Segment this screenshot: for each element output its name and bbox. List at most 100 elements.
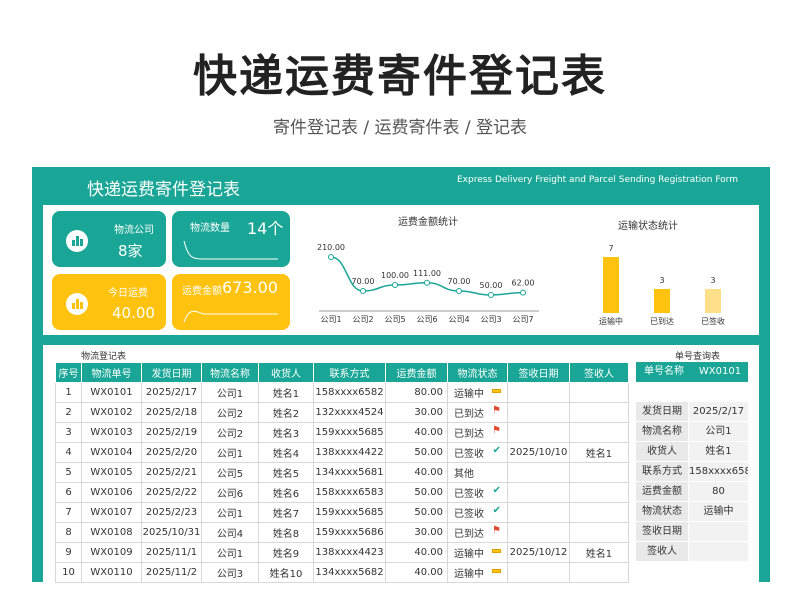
- cell-phone[interactable]: 159xxxx5686: [313, 522, 386, 543]
- cell-sign-date[interactable]: [507, 402, 570, 423]
- cell-fee[interactable]: 40.00: [385, 422, 448, 443]
- cell-id[interactable]: WX0101: [81, 382, 142, 403]
- cell-company[interactable]: 公司6: [201, 482, 259, 503]
- cell-no[interactable]: 6: [55, 482, 82, 503]
- cell-no[interactable]: 5: [55, 462, 82, 483]
- cell-status[interactable]: 已到达 ⚑: [447, 402, 508, 423]
- query-key-value[interactable]: WX0101: [692, 362, 748, 382]
- cell-phone[interactable]: 132xxxx4524: [313, 402, 386, 423]
- cell-receiver[interactable]: 姓名6: [258, 482, 314, 503]
- table-row[interactable]: 9 WX0109 2025/11/1 公司1 姓名9 138xxxx4423 40.00 运输…: [55, 542, 629, 563]
- cell-status[interactable]: 运输中: [447, 562, 508, 583]
- cell-id[interactable]: WX0108: [81, 522, 142, 543]
- cell-phone[interactable]: 134xxxx5681: [313, 462, 386, 483]
- cell-status[interactable]: 已签收 ✔: [447, 442, 508, 463]
- cell-fee[interactable]: 50.00: [385, 502, 448, 523]
- cell-sign-date[interactable]: [507, 382, 570, 403]
- cell-sign-date[interactable]: [507, 502, 570, 523]
- cell-id[interactable]: WX0103: [81, 422, 142, 443]
- cell-sign-date[interactable]: 2025/10/10: [507, 442, 570, 463]
- cell-date[interactable]: 2025/11/2: [141, 562, 202, 583]
- cell-id[interactable]: WX0104: [81, 442, 142, 463]
- cell-id[interactable]: WX0106: [81, 482, 142, 503]
- cell-sign-date[interactable]: 2025/10/12: [507, 542, 570, 563]
- cell-id[interactable]: WX0105: [81, 462, 142, 483]
- cell-date[interactable]: 2025/2/17: [141, 382, 202, 403]
- cell-receiver[interactable]: 姓名3: [258, 422, 314, 443]
- table-row[interactable]: 2 WX0102 2025/2/18 公司2 姓名2 132xxxx4524 30.00 已到…: [55, 402, 629, 423]
- cell-status[interactable]: 其他: [447, 462, 508, 483]
- cell-company[interactable]: 公司1: [201, 542, 259, 563]
- cell-company[interactable]: 公司3: [201, 562, 259, 583]
- cell-date[interactable]: 2025/2/18: [141, 402, 202, 423]
- cell-receiver[interactable]: 姓名8: [258, 522, 314, 543]
- cell-fee[interactable]: 40.00: [385, 462, 448, 483]
- cell-fee[interactable]: 50.00: [385, 482, 448, 503]
- cell-signer[interactable]: [569, 562, 629, 583]
- cell-status[interactable]: 已签收 ✔: [447, 502, 508, 523]
- cell-no[interactable]: 2: [55, 402, 82, 423]
- cell-no[interactable]: 8: [55, 522, 82, 543]
- cell-status[interactable]: 已到达 ⚑: [447, 422, 508, 443]
- cell-signer[interactable]: [569, 462, 629, 483]
- table-row[interactable]: 3 WX0103 2025/2/19 公司2 姓名3 159xxxx5685 40.00 已到…: [55, 422, 629, 443]
- cell-date[interactable]: 2025/2/20: [141, 442, 202, 463]
- cell-receiver[interactable]: 姓名9: [258, 542, 314, 563]
- cell-company[interactable]: 公司2: [201, 402, 259, 423]
- cell-phone[interactable]: 159xxxx5685: [313, 422, 386, 443]
- table-row[interactable]: 8 WX0108 2025/10/31 公司4 姓名8 159xxxx5686 30.00 已…: [55, 522, 629, 543]
- cell-signer[interactable]: [569, 502, 629, 523]
- cell-receiver[interactable]: 姓名5: [258, 462, 314, 483]
- cell-receiver[interactable]: 姓名2: [258, 402, 314, 423]
- cell-status[interactable]: 运输中: [447, 542, 508, 563]
- cell-id[interactable]: WX0110: [81, 562, 142, 583]
- cell-company[interactable]: 公司2: [201, 422, 259, 443]
- cell-phone[interactable]: 134xxxx5682: [313, 562, 386, 583]
- cell-status[interactable]: 运输中: [447, 382, 508, 403]
- cell-signer[interactable]: [569, 522, 629, 543]
- cell-date[interactable]: 2025/2/22: [141, 482, 202, 503]
- cell-sign-date[interactable]: [507, 462, 570, 483]
- table-row[interactable]: 6 WX0106 2025/2/22 公司6 姓名6 158xxxx6583 50.00 已签…: [55, 482, 629, 503]
- cell-receiver[interactable]: 姓名10: [258, 562, 314, 583]
- table-row[interactable]: 4 WX0104 2025/2/20 公司1 姓名4 138xxxx4422 50.00 已签…: [55, 442, 629, 463]
- cell-phone[interactable]: 158xxxx6582: [313, 382, 386, 403]
- cell-no[interactable]: 3: [55, 422, 82, 443]
- cell-sign-date[interactable]: [507, 562, 570, 583]
- table-row[interactable]: 7 WX0107 2025/2/23 公司1 姓名7 159xxxx5685 50.00 已签…: [55, 502, 629, 523]
- cell-status[interactable]: 已签收 ✔: [447, 482, 508, 503]
- cell-phone[interactable]: 138xxxx4422: [313, 442, 386, 463]
- cell-company[interactable]: 公司5: [201, 462, 259, 483]
- cell-date[interactable]: 2025/11/1: [141, 542, 202, 563]
- cell-signer[interactable]: 姓名1: [569, 442, 629, 463]
- cell-fee[interactable]: 50.00: [385, 442, 448, 463]
- cell-no[interactable]: 1: [55, 382, 82, 403]
- cell-fee[interactable]: 30.00: [385, 402, 448, 423]
- cell-phone[interactable]: 158xxxx6583: [313, 482, 386, 503]
- cell-fee[interactable]: 30.00: [385, 522, 448, 543]
- cell-sign-date[interactable]: [507, 422, 570, 443]
- cell-company[interactable]: 公司4: [201, 522, 259, 543]
- cell-date[interactable]: 2025/2/19: [141, 422, 202, 443]
- cell-id[interactable]: WX0107: [81, 502, 142, 523]
- cell-signer[interactable]: [569, 422, 629, 443]
- cell-sign-date[interactable]: [507, 522, 570, 543]
- cell-status[interactable]: 已到达 ⚑: [447, 522, 508, 543]
- cell-receiver[interactable]: 姓名4: [258, 442, 314, 463]
- cell-no[interactable]: 9: [55, 542, 82, 563]
- cell-company[interactable]: 公司1: [201, 442, 259, 463]
- cell-receiver[interactable]: 姓名7: [258, 502, 314, 523]
- cell-fee[interactable]: 80.00: [385, 382, 448, 403]
- table-row[interactable]: 10 WX0110 2025/11/2 公司3 姓名10 134xxxx5682 40.00…: [55, 562, 629, 583]
- cell-date[interactable]: 2025/10/31: [141, 522, 202, 543]
- cell-signer[interactable]: [569, 382, 629, 403]
- cell-id[interactable]: WX0109: [81, 542, 142, 563]
- cell-receiver[interactable]: 姓名1: [258, 382, 314, 403]
- table-row[interactable]: 1 WX0101 2025/2/17 公司1 姓名1 158xxxx6582 80.00 运输…: [55, 382, 629, 403]
- cell-signer[interactable]: [569, 482, 629, 503]
- cell-date[interactable]: 2025/2/21: [141, 462, 202, 483]
- cell-company[interactable]: 公司1: [201, 502, 259, 523]
- cell-phone[interactable]: 138xxxx4423: [313, 542, 386, 563]
- cell-fee[interactable]: 40.00: [385, 542, 448, 563]
- cell-company[interactable]: 公司1: [201, 382, 259, 403]
